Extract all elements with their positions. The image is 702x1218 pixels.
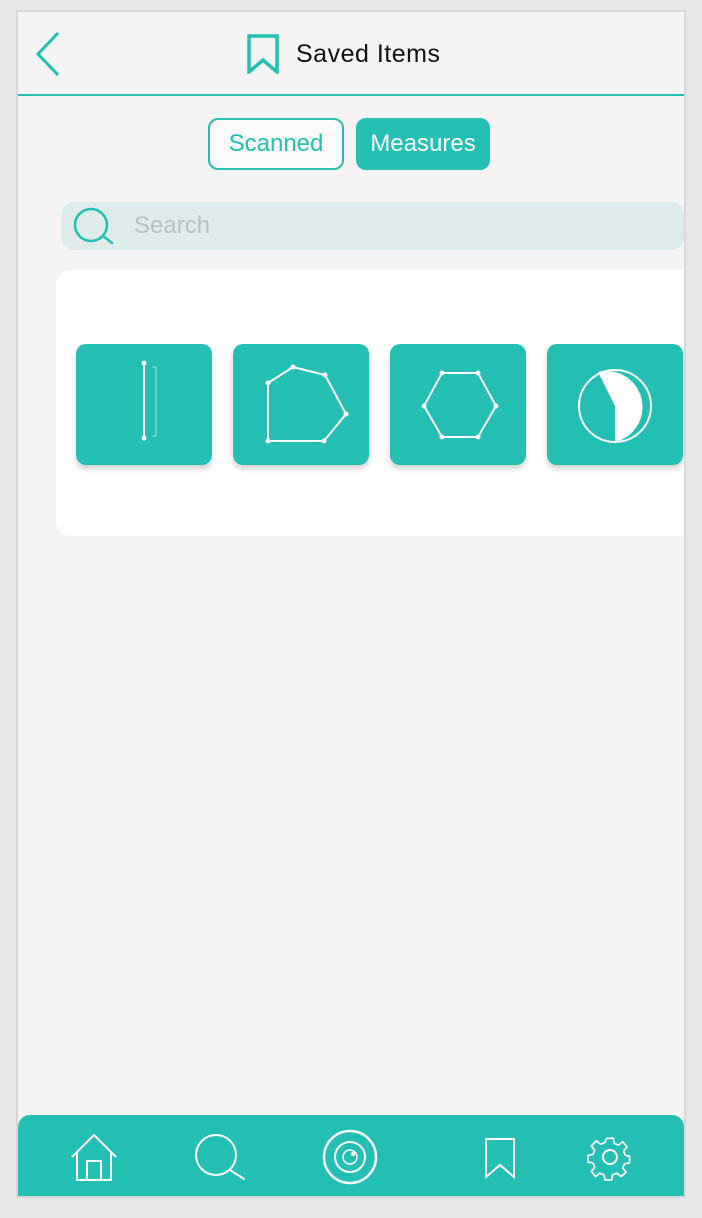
measure-tile-hexagon[interactable] bbox=[390, 344, 526, 465]
page-title: Saved Items bbox=[296, 39, 441, 68]
measure-tile-line[interactable] bbox=[76, 344, 212, 465]
nav-search[interactable] bbox=[192, 1129, 248, 1185]
search-bar bbox=[62, 202, 684, 250]
search-icon bbox=[73, 207, 114, 245]
app-screen: Saved Items Scanned Measures bbox=[16, 10, 686, 1198]
search-icon bbox=[195, 1134, 245, 1180]
bottom-nav bbox=[18, 1115, 684, 1196]
page-title-group: Saved Items bbox=[246, 34, 440, 74]
measures-card bbox=[56, 270, 684, 536]
measure-tile-polygon[interactable] bbox=[233, 344, 369, 465]
back-button[interactable] bbox=[32, 30, 66, 78]
nav-saved[interactable] bbox=[472, 1129, 528, 1185]
circle-sector-icon bbox=[578, 369, 652, 443]
bookmark-icon bbox=[247, 34, 279, 74]
nav-home[interactable] bbox=[66, 1129, 122, 1185]
tab-measures[interactable]: Measures bbox=[356, 118, 490, 170]
hexagon-icon bbox=[421, 370, 499, 440]
polygon-pentagon-icon bbox=[265, 364, 349, 444]
measure-tile-circle[interactable] bbox=[547, 344, 683, 465]
camera-icon bbox=[322, 1129, 378, 1185]
home-icon bbox=[71, 1134, 117, 1181]
ruler-line-icon bbox=[141, 360, 157, 441]
bookmark-icon bbox=[485, 1138, 515, 1180]
chevron-left-icon bbox=[36, 31, 60, 77]
search-input[interactable] bbox=[134, 208, 654, 244]
nav-settings[interactable] bbox=[582, 1129, 638, 1185]
settings-gear-icon bbox=[587, 1137, 631, 1181]
nav-camera[interactable] bbox=[322, 1129, 378, 1185]
header: Saved Items bbox=[18, 12, 684, 96]
tab-scanned[interactable]: Scanned bbox=[208, 118, 344, 170]
